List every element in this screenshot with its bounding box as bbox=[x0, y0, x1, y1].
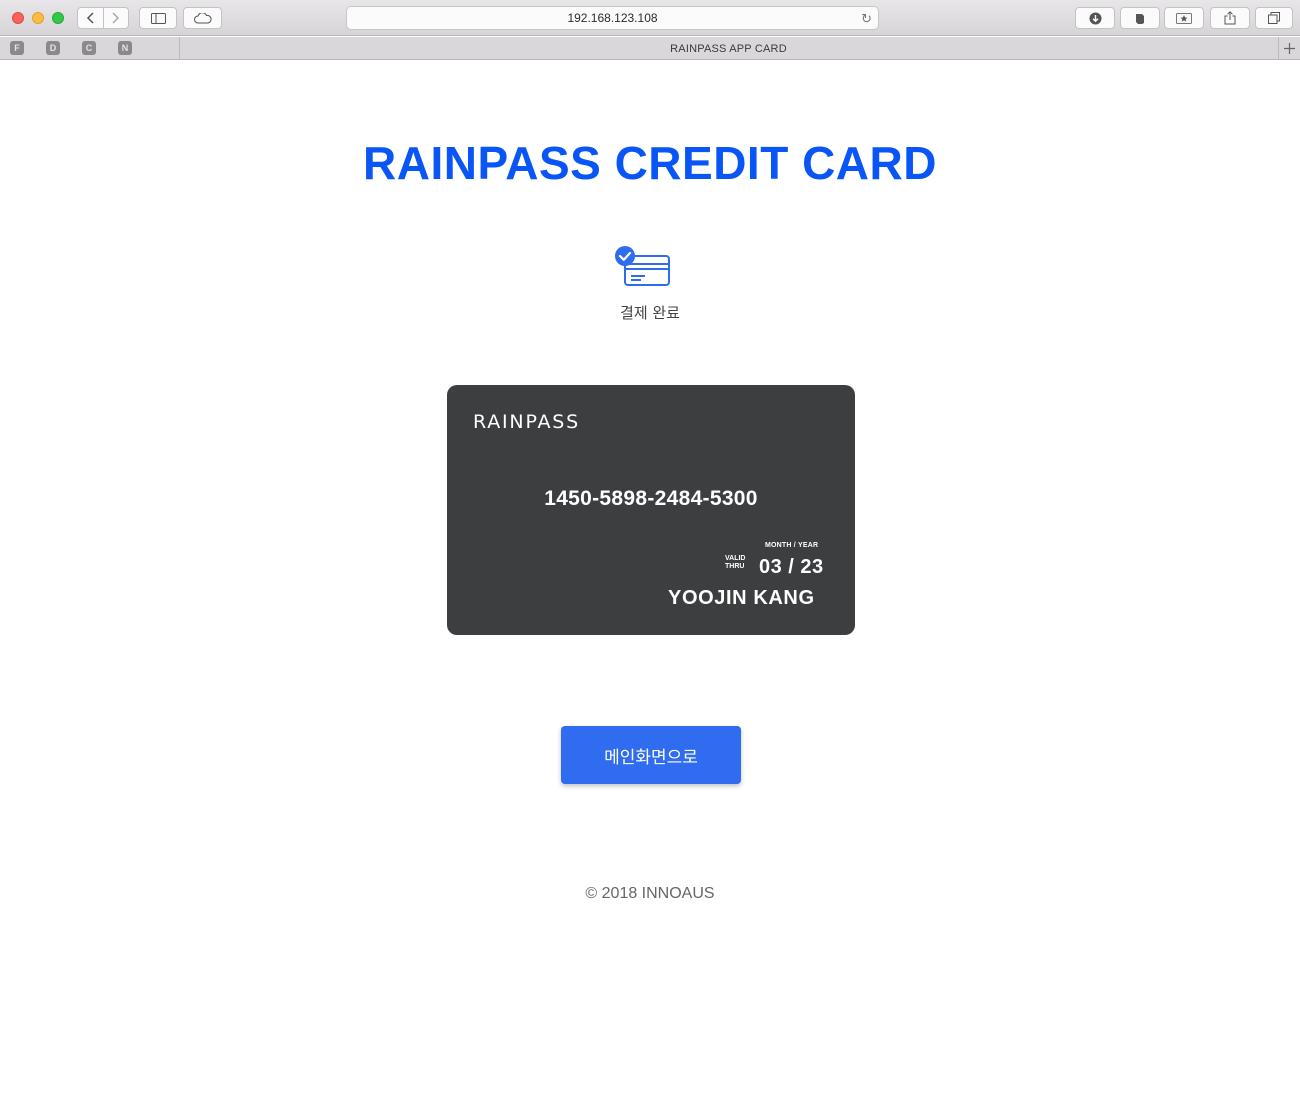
evernote-button[interactable] bbox=[1120, 7, 1160, 29]
valid-label: VALID bbox=[725, 555, 746, 562]
bookmark-extension-button[interactable] bbox=[1164, 7, 1204, 29]
card-brand-logo: RAINPASS bbox=[473, 411, 581, 433]
card-number: 1450-5898-2484-5300 bbox=[544, 487, 758, 510]
reload-icon[interactable]: ↻ bbox=[861, 11, 872, 27]
new-tab-button[interactable] bbox=[1278, 37, 1300, 60]
back-button[interactable] bbox=[78, 8, 103, 28]
main-screen-button[interactable]: 메인화면으로 bbox=[561, 726, 741, 784]
card-holder-name: YOOJIN KANG bbox=[668, 587, 815, 609]
page-title: RAINPASS CREDIT CARD bbox=[363, 137, 937, 189]
address-bar[interactable]: 192.168.123.108 ↻ bbox=[346, 6, 879, 30]
favorite-c[interactable]: C bbox=[82, 41, 96, 55]
tabs-icon bbox=[1268, 12, 1280, 24]
footer-copyright: © 2018 INNOAUS bbox=[585, 885, 715, 902]
thru-label: THRU bbox=[725, 563, 745, 570]
share-icon bbox=[1224, 11, 1236, 25]
download-icon bbox=[1089, 12, 1101, 24]
downloads-button[interactable] bbox=[1075, 7, 1115, 29]
apple-icon[interactable] bbox=[154, 41, 168, 55]
month-year-label: MONTH / YEAR bbox=[765, 542, 819, 549]
valid-thru-label: VALID THRU bbox=[725, 555, 745, 571]
favorite-f[interactable]: F bbox=[10, 41, 24, 55]
elephant-icon bbox=[1136, 13, 1144, 24]
cloud-icon bbox=[193, 12, 212, 23]
chevron-right-icon bbox=[112, 12, 120, 24]
star-icon bbox=[1176, 12, 1192, 24]
tab-overview-button[interactable] bbox=[1255, 7, 1293, 29]
active-tab[interactable]: RAINPASS APP CARD bbox=[180, 37, 1277, 60]
zoom-window-button[interactable] bbox=[52, 12, 64, 24]
close-window-button[interactable] bbox=[12, 12, 24, 24]
tab-title: RAINPASS APP CARD bbox=[670, 42, 787, 55]
history-nav bbox=[77, 7, 129, 29]
icloud-tabs-button[interactable] bbox=[183, 7, 222, 29]
minimize-window-button[interactable] bbox=[32, 12, 44, 24]
card-expiry: 03 / 23 bbox=[759, 556, 824, 578]
browser-toolbar: 192.168.123.108 ↻ bbox=[0, 0, 1300, 36]
chevron-left-icon bbox=[86, 12, 94, 24]
address-url: 192.168.123.108 bbox=[567, 11, 658, 25]
card-check-icon bbox=[615, 246, 670, 286]
favorite-n[interactable]: N bbox=[118, 41, 132, 55]
sidebar-toggle-button[interactable] bbox=[139, 7, 177, 29]
sidebar-icon bbox=[150, 12, 166, 24]
tab-bar: F D C N RAINPASS APP CARD bbox=[0, 37, 1300, 60]
forward-button[interactable] bbox=[102, 8, 129, 28]
credit-card: RAINPASS 1450-5898-2484-5300 VALID THRU … bbox=[447, 385, 855, 635]
plus-icon bbox=[1284, 43, 1295, 54]
share-button[interactable] bbox=[1210, 7, 1250, 29]
favorite-d[interactable]: D bbox=[46, 41, 60, 55]
payment-status-text: 결제 완료 bbox=[620, 304, 680, 322]
